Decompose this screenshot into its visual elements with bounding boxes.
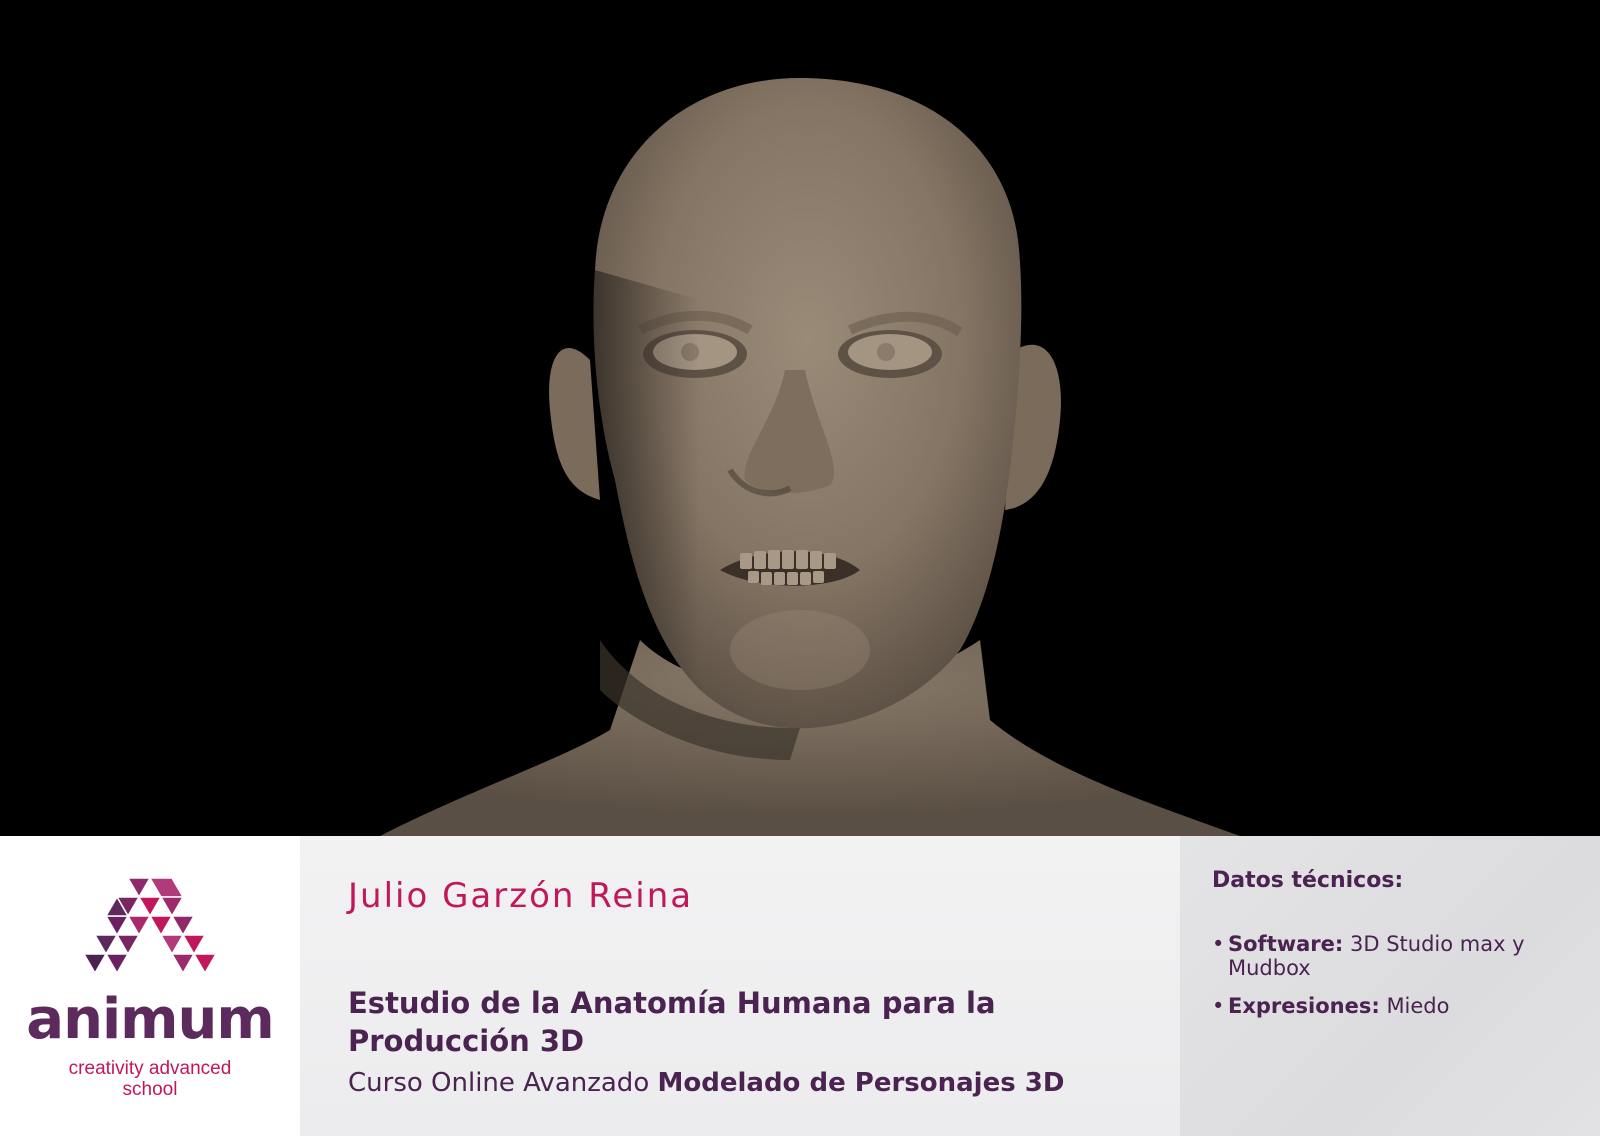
credits-panel: Julio Garzón Reina Estudio de la Anatomí…: [300, 836, 1180, 1136]
animum-logo-icon: [84, 878, 216, 975]
course-name: Modelado de Personajes 3D: [657, 1068, 1065, 1098]
tech-item-software: Software: 3D Studio max y Mudbox: [1212, 932, 1542, 980]
brand-panel: animum creativity advanced school: [0, 836, 300, 1136]
brand-name: animum: [26, 987, 274, 1052]
brand-tagline-line2: school: [122, 1079, 178, 1100]
right-eye: [838, 330, 942, 378]
brand-tagline: creativity advanced school: [0, 1058, 300, 1100]
course-prefix: Curso Online Avanzado: [348, 1068, 650, 1098]
tech-item-expresiones: Expresiones: Miedo: [1212, 994, 1542, 1018]
work-title-line1: Estudio de la Anatomía Humana para la: [348, 986, 996, 1020]
teeth: [740, 550, 836, 585]
brand-tagline-line1: creativity advanced: [68, 1058, 232, 1079]
tech-panel: Datos técnicos: Software: 3D Studio max …: [1180, 836, 1600, 1136]
tech-list: Software: 3D Studio max y Mudbox Expresi…: [1212, 932, 1542, 1032]
head-sculpt-illustration: [0, 0, 1600, 836]
tech-heading: Datos técnicos:: [1212, 868, 1404, 893]
work-title-line2: Producción 3D: [348, 1024, 585, 1058]
tech-item-label: Software:: [1228, 932, 1344, 956]
author-name: Julio Garzón Reina: [348, 876, 694, 916]
tech-item-label: Expresiones:: [1228, 994, 1380, 1018]
hero-render: [0, 0, 1600, 836]
course-line: Curso Online Avanzado Modelado de Person…: [348, 1068, 1064, 1098]
tech-item-value: Miedo: [1386, 994, 1450, 1018]
work-title: Estudio de la Anatomía Humana para la Pr…: [348, 984, 1028, 1060]
footer: animum creativity advanced school Julio …: [0, 836, 1600, 1136]
